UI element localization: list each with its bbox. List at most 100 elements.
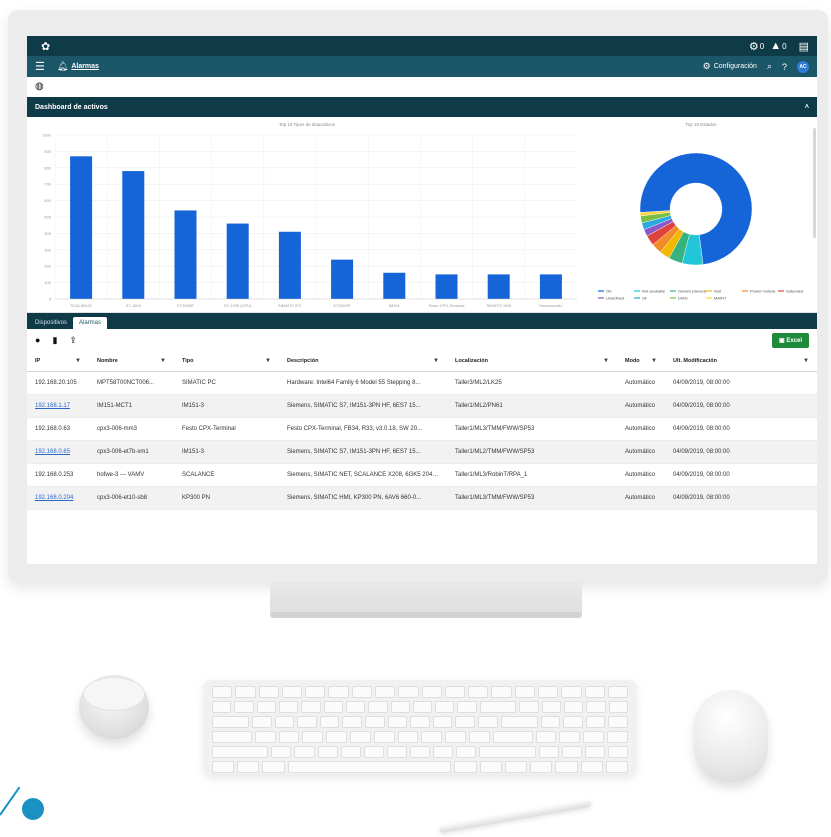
ip-link[interactable]: 192.168.0.204 bbox=[35, 495, 73, 501]
legend-label: Power module bbox=[750, 289, 776, 294]
cell-mode: Automático bbox=[617, 463, 665, 487]
filter-icon[interactable]: ▼ bbox=[160, 358, 166, 364]
cell-ip: 192.168.20.105 bbox=[27, 371, 89, 395]
legend-label: Null bbox=[714, 289, 721, 294]
y-tick-label: 700 bbox=[44, 182, 51, 187]
table-header-row: IP ▼ Nombre ▼ Tipo ▼ Descripción ▼ Localización ▼… bbox=[27, 351, 817, 372]
cell-ip: 192.168.0.63 bbox=[27, 417, 89, 441]
filter-icon[interactable]: ▼ bbox=[651, 358, 657, 364]
cell-mode: Automático bbox=[617, 486, 665, 510]
flower-logo-icon[interactable]: ✿ bbox=[41, 40, 50, 53]
help-icon[interactable]: ? bbox=[782, 62, 787, 72]
cell-ip: 192.168.0.65 bbox=[27, 440, 89, 464]
table-row[interactable]: 192.168.1.17 IM151-MCT1 IM151-3 Siemens, SI… bbox=[27, 394, 817, 418]
cell-location: Taller1/ML3/TMM/FWW/SP53 bbox=[447, 486, 617, 510]
top-bar: ✿ ⚙ 0 ▲ 0 ▤ bbox=[27, 36, 817, 56]
decorative-dot bbox=[22, 798, 44, 820]
cell-description: Hardware: Intel64 Family 6 Model 55 Step… bbox=[279, 371, 447, 395]
cell-last-modified: 04/09/2019, 08:00:00 bbox=[665, 486, 817, 510]
header-col-mode[interactable]: Modo ▼ bbox=[617, 351, 665, 372]
bar bbox=[487, 274, 510, 299]
y-tick-label: 100 bbox=[44, 280, 51, 285]
ip-link[interactable]: 192.168.1.17 bbox=[35, 403, 70, 409]
upload-icon[interactable]: ⇪ bbox=[69, 335, 77, 346]
bell-icon[interactable]: 🔔︎ bbox=[57, 61, 68, 72]
header-col-type[interactable]: Tipo ▼ bbox=[174, 351, 279, 372]
user-icon[interactable]: ▤ bbox=[799, 40, 809, 53]
tab-alarms[interactable]: Alarmas bbox=[73, 317, 108, 329]
cell-name: cpx3-006-et7b-xm1 bbox=[89, 440, 174, 464]
cell-location: Taller1/ML3/TMM/FWW/SP53 bbox=[447, 417, 617, 441]
settings-icon[interactable]: ⚙ bbox=[749, 40, 759, 53]
legend-label: Not available bbox=[642, 289, 666, 294]
cell-name: cpx3-006-et10-sb8 bbox=[89, 486, 174, 510]
table-toolbar: ● ▮ ⇪ ▣ Excel bbox=[27, 329, 817, 351]
cell-type: SIMATIC PC bbox=[174, 371, 279, 395]
bar bbox=[539, 274, 562, 299]
cell-location: Taller1/ML2/PN61 bbox=[447, 394, 617, 418]
ip-link[interactable]: 192.168.0.65 bbox=[35, 449, 70, 455]
scrollbar[interactable] bbox=[813, 128, 816, 238]
warning-icon[interactable]: ▲ bbox=[770, 40, 781, 52]
cell-description: Siemens, SIMATIC S7, IM151-3PN HF, 6ES7 … bbox=[279, 394, 447, 418]
alarms-link[interactable]: Alarmas bbox=[71, 63, 99, 70]
tab-devices[interactable]: Dispositivos bbox=[29, 317, 73, 329]
table-row[interactable]: 192.168.20.105 MPT58T00NCT006... SIMATIC P… bbox=[27, 371, 817, 395]
cell-last-modified: 04/09/2019, 08:00:00 bbox=[665, 394, 817, 418]
bar bbox=[278, 231, 301, 299]
cell-ip: 192.168.0.253 bbox=[27, 463, 89, 487]
table-row[interactable]: 192.168.0.253 hofwe-3 --- VAMV SCALANCE Sie… bbox=[27, 463, 817, 487]
donut-chart: Top 10 Estados OK Not available Guided (Sav… bbox=[598, 122, 803, 301]
cell-description: Festo CPX-Terminal, FB34, R33, v3.0.18, … bbox=[279, 417, 447, 441]
filter-icon[interactable]: ▼ bbox=[75, 358, 81, 364]
cell-name: cpx3-006-mm3 bbox=[89, 417, 174, 441]
menu-hamburger-icon[interactable]: ☰ bbox=[35, 60, 45, 73]
dashboard-header: Dashboard de activos ˄ bbox=[27, 97, 817, 117]
legend-label: Saturated bbox=[786, 289, 803, 294]
table-row[interactable]: 192.168.0.204 cpx3-006-et10-sb8 KP300 PN Si… bbox=[27, 486, 817, 510]
search-icon[interactable]: ⌕ bbox=[767, 61, 772, 72]
cell-name: IM151-MCT1 bbox=[89, 394, 174, 418]
header-label: Ult. Modificación bbox=[673, 357, 717, 364]
excel-export-button[interactable]: ▣ Excel bbox=[771, 332, 809, 348]
y-tick-label: 600 bbox=[44, 198, 51, 203]
table-row[interactable]: 192.168.0.65 cpx3-006-et7b-xm1 IM151-3 Siem… bbox=[27, 440, 817, 464]
smart-speaker-top bbox=[83, 677, 145, 711]
header-col-description[interactable]: Descripción ▼ bbox=[279, 351, 447, 372]
warning-count: 0 bbox=[782, 41, 787, 51]
filter-icon[interactable]: ▼ bbox=[433, 358, 439, 364]
x-tick-label: SCALANCE bbox=[70, 303, 92, 308]
filter-icon[interactable]: ▼ bbox=[603, 358, 609, 364]
header-col-name[interactable]: Nombre ▼ bbox=[89, 351, 174, 372]
filter-icon[interactable]: ▼ bbox=[265, 358, 271, 364]
header-col-location[interactable]: Localización ▼ bbox=[447, 351, 617, 372]
cell-mode: Automático bbox=[617, 440, 665, 464]
legend-label: SF bbox=[642, 296, 648, 301]
legend-label: OK bbox=[606, 289, 612, 294]
decorative-line bbox=[0, 786, 21, 816]
legend-label: Guided (Saved) bbox=[678, 289, 707, 294]
table-row[interactable]: 192.168.0.63 cpx3-006-mm3 Festo CPX-Termin… bbox=[27, 417, 817, 441]
header-label: Nombre bbox=[97, 357, 118, 364]
header-col-ip[interactable]: IP ▼ bbox=[27, 351, 89, 372]
x-tick-label: SIMATIC IPC bbox=[278, 303, 302, 308]
cell-name: MPT58T00NCT006... bbox=[89, 371, 174, 395]
gear-icon[interactable]: ⚙ bbox=[703, 61, 711, 72]
excel-label: Excel bbox=[786, 337, 802, 344]
x-tick-label: Desconocido bbox=[539, 303, 563, 308]
filter-icon[interactable]: ▼ bbox=[803, 358, 809, 364]
globe-icon[interactable]: ◍ bbox=[35, 81, 44, 92]
info-icon[interactable]: ● bbox=[35, 335, 40, 345]
collapse-icon[interactable]: ˄ bbox=[805, 104, 809, 111]
x-tick-label: ET200SP bbox=[177, 303, 194, 308]
cell-type: SCALANCE bbox=[174, 463, 279, 487]
y-tick-label: 900 bbox=[44, 149, 51, 154]
legend-label: Undefined bbox=[606, 296, 624, 301]
header-col-last-modified[interactable]: Ult. Modificación ▼ bbox=[665, 351, 817, 372]
cell-last-modified: 04/09/2019, 08:00:00 bbox=[665, 417, 817, 441]
avatar[interactable]: AC bbox=[797, 60, 809, 73]
config-link[interactable]: Configuración bbox=[714, 63, 757, 70]
trash-icon[interactable]: ▮ bbox=[52, 335, 57, 346]
mouse bbox=[694, 690, 768, 782]
header-label: Descripción bbox=[287, 357, 319, 364]
